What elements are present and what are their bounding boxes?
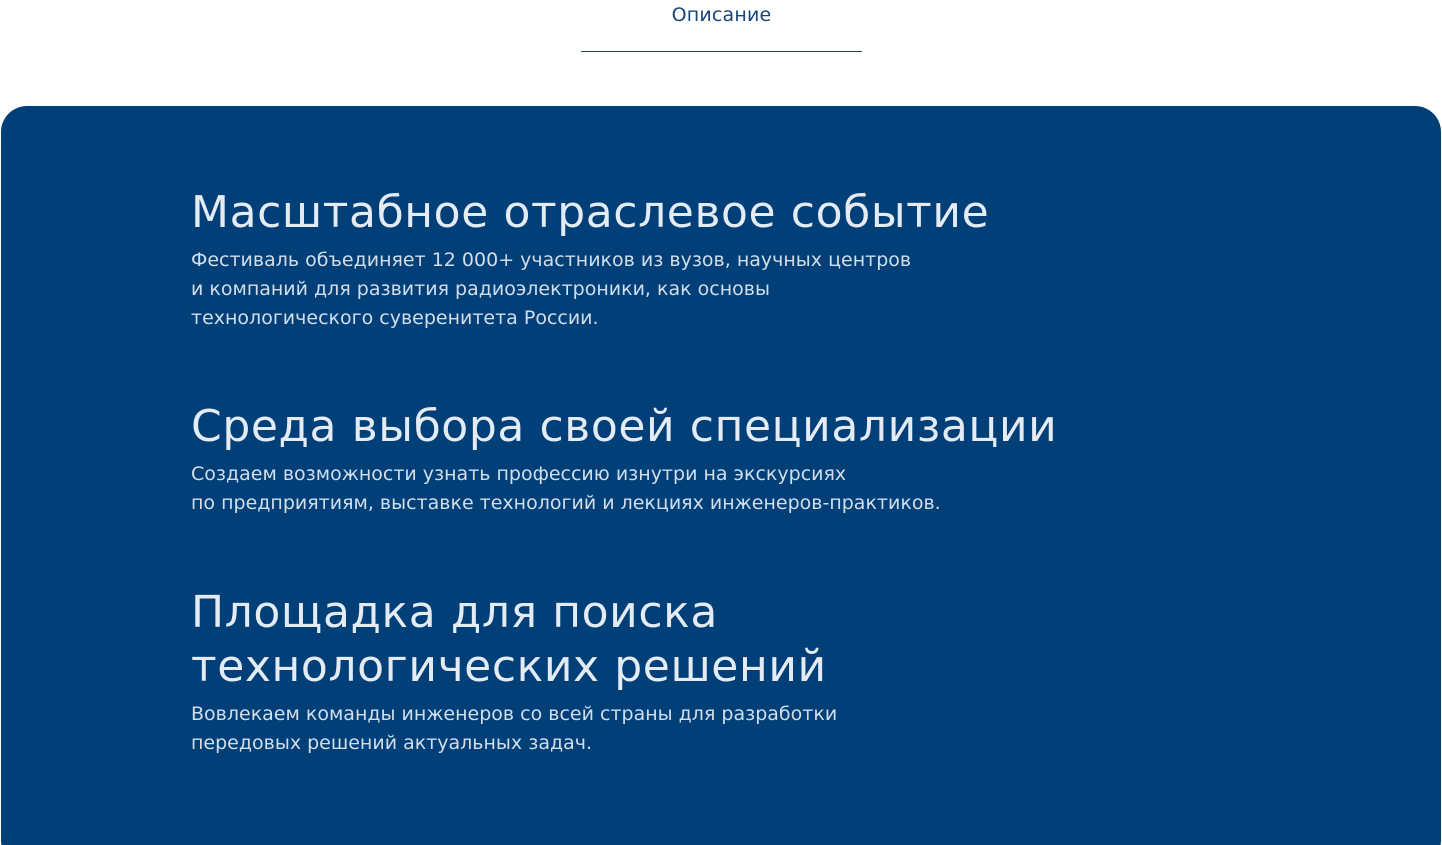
description-panel: Масштабное отраслевое событие Фестиваль … — [1, 106, 1441, 845]
feature-title: Площадка для поиска технологических реше… — [191, 587, 827, 692]
active-tab-indicator — [581, 51, 862, 52]
feature-title: Среда выбора своей специализации — [191, 401, 1058, 452]
feature-description: Создаем возможности узнать профессию изн… — [191, 463, 941, 514]
feature-block: Среда выбора своей специализации Создаем… — [191, 400, 1191, 518]
feature-title: Масштабное отраслевое событие — [191, 187, 990, 238]
tab-description[interactable]: Описание — [581, 0, 862, 52]
feature-description: Вовлекаем команды инженеров со всей стра… — [191, 703, 838, 754]
tab-bar: Описание — [0, 0, 1442, 60]
tab-description-label: Описание — [671, 4, 772, 26]
feature-description: Фестиваль объединяет 12 000+ участников … — [191, 249, 912, 329]
page: Описание Масштабное отраслевое событие Ф… — [0, 0, 1442, 845]
feature-block: Масштабное отраслевое событие Фестиваль … — [191, 186, 1191, 333]
feature-block: Площадка для поиска технологических реше… — [191, 586, 1191, 758]
